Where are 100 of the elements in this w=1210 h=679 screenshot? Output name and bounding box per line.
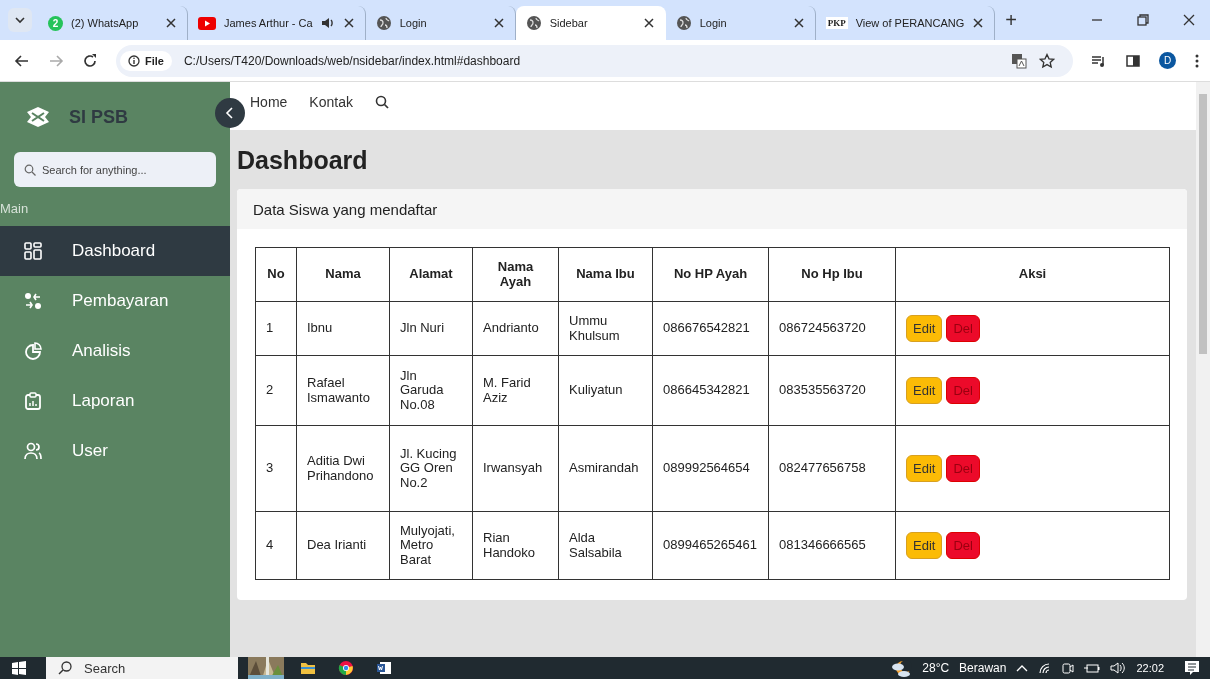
table-cell: Andrianto (472, 301, 559, 356)
sidebar-item[interactable]: Laporan (0, 376, 230, 426)
tab-list-icon[interactable] (8, 8, 32, 32)
collapse-button[interactable] (215, 98, 245, 128)
sidebar-item[interactable]: Pembayaran (0, 276, 230, 326)
page-title: Dashboard (237, 146, 369, 175)
edit-button[interactable]: Edit (906, 377, 943, 404)
table-cell: Aditia Dwi Prihandono (296, 425, 390, 512)
sidebar-item[interactable]: User (0, 426, 230, 476)
restore-icon[interactable] (1136, 13, 1150, 27)
edit-button[interactable]: Edit (906, 315, 943, 342)
grid-icon (24, 242, 42, 260)
table-cell: 0899465265461 (652, 511, 769, 580)
search-icon (24, 164, 36, 176)
clipboard-icon (24, 392, 42, 410)
url-text: C:/Users/T420/Downloads/web/nsidebar/index.html#dashboard (183, 53, 521, 68)
column-header: Nama (296, 247, 390, 302)
nav-link[interactable]: Kontak (309, 94, 353, 110)
start-icon[interactable] (12, 661, 26, 675)
star-icon[interactable] (1039, 52, 1055, 69)
chevron-up-icon[interactable] (1016, 663, 1029, 673)
site-logo: PKP (825, 17, 848, 29)
table-cell: 086645342821 (652, 355, 769, 426)
close-icon[interactable] (972, 17, 985, 29)
column-header: Aksi (895, 247, 1170, 302)
edit-button[interactable]: Edit (906, 455, 943, 482)
table-cell: 3 (255, 425, 297, 512)
search-icon[interactable] (374, 95, 389, 109)
table-cell: Asmirandah (558, 425, 653, 512)
column-header: Alamat (389, 247, 473, 302)
table-cell: 083535563720 (768, 355, 896, 426)
table-cell: Ibnu (296, 301, 390, 356)
table-cell: Rian Handoko (472, 511, 559, 580)
exchange-icon (24, 292, 42, 310)
globe-icon (375, 15, 392, 31)
notification-icon[interactable] (1184, 660, 1200, 676)
info-icon (128, 54, 140, 67)
close-icon[interactable] (792, 17, 805, 29)
meet-now-icon[interactable] (1062, 661, 1075, 675)
column-header: Nama Ibu (558, 247, 653, 302)
notification-badge: 2 (48, 15, 63, 31)
edit-button[interactable]: Edit (906, 532, 943, 559)
profile-avatar[interactable]: D (1159, 52, 1176, 69)
close-icon[interactable] (1182, 13, 1196, 27)
address-field[interactable]: File C:/Users/T420/Downloads/web/nsidebar/index.html#dashboard (116, 44, 1073, 77)
browser-tab[interactable]: Sidebar (515, 6, 666, 40)
forward-icon (48, 52, 64, 69)
globe-icon (675, 15, 692, 31)
browser-tab[interactable]: PKP View of PERANCANG (815, 6, 996, 40)
translate-icon[interactable] (1011, 52, 1027, 69)
close-icon[interactable] (165, 17, 177, 29)
table-cell: 086676542821 (652, 301, 769, 356)
reload-icon[interactable] (82, 52, 98, 69)
document-app-icon[interactable] (376, 661, 392, 675)
battery-icon[interactable] (1084, 663, 1101, 673)
table-cell: Jln Garuda No.08 (389, 355, 473, 426)
side-panel-icon[interactable] (1125, 52, 1141, 69)
search-field[interactable]: Search for anything... (14, 152, 216, 187)
section-label: Main (0, 200, 30, 218)
table-cell: Alda Salsabila (558, 511, 653, 580)
browser-tab[interactable]: James Arthur - Ca (188, 6, 366, 40)
close-icon[interactable] (342, 17, 355, 29)
close-icon[interactable] (642, 17, 655, 29)
search-icon (58, 661, 72, 675)
weather-text: Berawan (959, 661, 1007, 675)
table-cell: Mulyojati, Metro Barat (389, 511, 473, 580)
card-header: Data Siswa yang mendaftar (237, 189, 1187, 229)
scrollbar[interactable] (1196, 82, 1210, 657)
table-cell: Rafael Ismawanto (296, 355, 390, 426)
pie-chart-icon (24, 342, 42, 360)
new-tab-button[interactable]: + (995, 8, 1027, 32)
browser-tab[interactable]: Login (365, 6, 516, 40)
table-cell: Kuliyatun (558, 355, 653, 426)
users-icon (24, 442, 42, 460)
table-cell: 089992564654 (652, 425, 769, 512)
sidebar-item[interactable]: Analisis (0, 326, 230, 376)
sidebar-item[interactable]: Dashboard (0, 226, 230, 276)
speaker-icon[interactable] (320, 16, 335, 30)
table-cell: Jl. Kucing GG Oren No.2 (389, 425, 473, 512)
clock-text: 22:02 (1136, 662, 1164, 674)
volume-icon[interactable] (1110, 662, 1127, 674)
close-icon[interactable] (492, 17, 505, 29)
browser-tab[interactable]: 2 (2) WhatsApp (38, 6, 188, 40)
back-icon[interactable] (14, 52, 30, 69)
column-header: No HP Ayah (652, 247, 769, 302)
table-cell: 4 (255, 511, 297, 580)
table-cell: Ummu Khulsum (558, 301, 653, 356)
nav-link[interactable]: Home (250, 94, 288, 110)
more-menu-icon[interactable] (1194, 52, 1200, 69)
browser-tab[interactable]: Login (665, 6, 816, 40)
table-cell: 2 (255, 355, 297, 426)
column-header: No Hp Ibu (768, 247, 896, 302)
folder-icon[interactable] (300, 661, 316, 675)
table-cell: M. Farid Aziz (472, 355, 559, 426)
site-info-button[interactable]: File (120, 50, 172, 71)
taskbar-search-field[interactable]: Search (46, 657, 238, 679)
scrollbar-thumb[interactable] (1199, 94, 1207, 354)
column-header: No (255, 247, 297, 302)
table-cell: Jln Nuri (389, 301, 473, 356)
browser-icon[interactable] (338, 660, 354, 676)
